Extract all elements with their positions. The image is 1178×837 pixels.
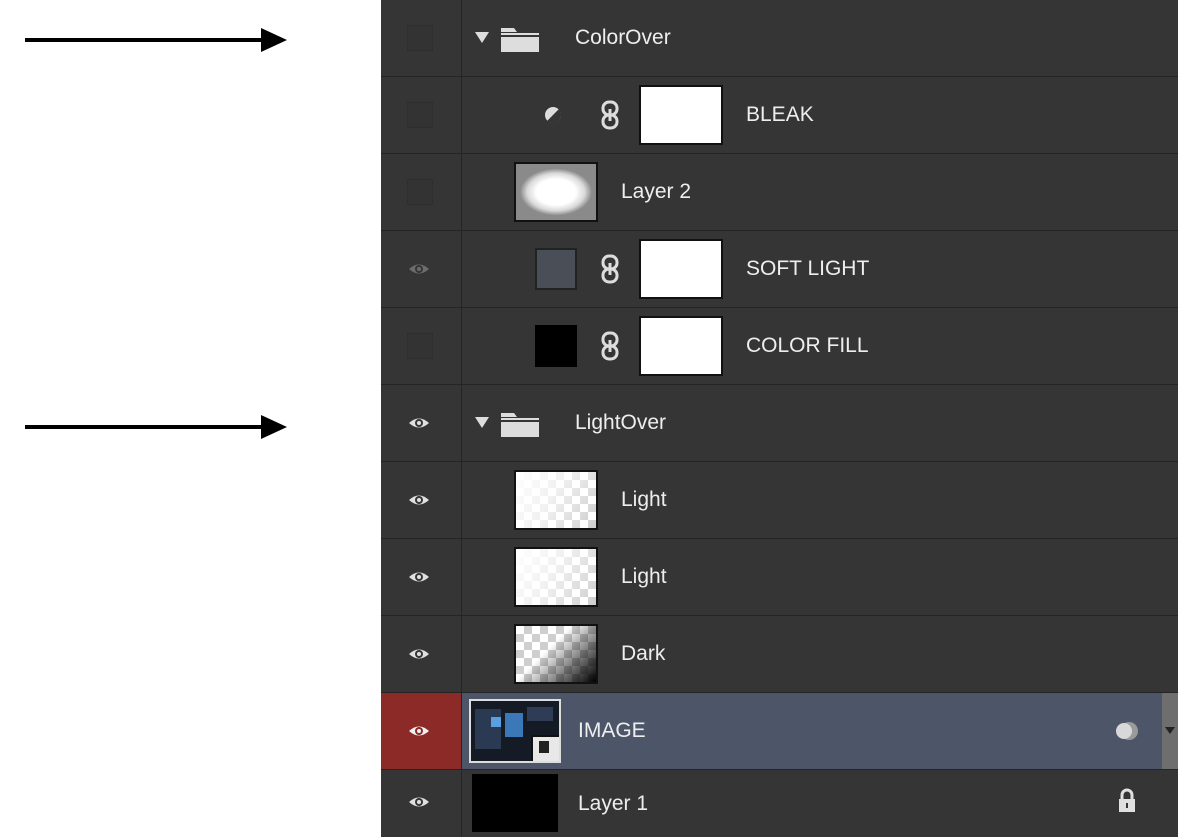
black-swatch[interactable] [535,325,577,367]
scroll-down-arrow-icon[interactable] [1165,727,1175,734]
visibility-toggle[interactable] [381,385,462,461]
layer-name: Dark [621,642,666,665]
layer-row-layer-2[interactable]: Layer 2 [381,154,1178,231]
layer-name: IMAGE [578,719,646,742]
layers-panel: ColorOver BLEAK Layer 2 SOFT LIGHT COLOR… [381,0,1178,837]
eye-icon[interactable] [407,488,431,512]
layer-mask-thumbnail[interactable] [639,85,723,145]
eye-icon[interactable] [407,411,431,435]
visibility-off-box[interactable] [407,179,433,205]
layer-name: Light [621,565,667,588]
layer-row-coloroever[interactable]: ColorOver [381,0,1178,77]
eye-icon[interactable] [407,257,431,281]
layer-row-light[interactable]: Light [381,539,1178,616]
smart-filter-icon[interactable] [1114,720,1140,742]
annotation-arrow-coloroever [25,28,287,52]
dark-gradient-thumbnail[interactable] [514,624,598,684]
layer-name: SOFT LIGHT [746,257,870,280]
visibility-toggle[interactable] [381,539,462,615]
layer-mask-thumbnail[interactable] [639,239,723,299]
layer-name: BLEAK [746,103,814,126]
visibility-toggle[interactable] [381,154,462,230]
visibility-toggle[interactable] [381,231,462,307]
expand-triangle-icon[interactable] [475,32,489,43]
expand-triangle-icon[interactable] [475,417,489,428]
smart-object-thumbnail[interactable] [469,699,561,763]
layer-name: COLOR FILL [746,334,869,357]
folder-icon [501,413,539,437]
folder-icon [501,28,539,52]
light-gradient-thumbnail[interactable] [514,470,598,530]
layer-name: LightOver [575,411,667,434]
visibility-toggle[interactable] [381,616,462,692]
visibility-toggle[interactable] [381,308,462,384]
link-chain-icon[interactable] [599,100,621,130]
eye-icon[interactable] [407,642,431,666]
visibility-toggle[interactable] [381,770,462,837]
layer-row-light[interactable]: Light [381,462,1178,539]
light-gradient-thumbnail[interactable] [514,547,598,607]
layer-row-dark[interactable]: Dark [381,616,1178,693]
link-chain-icon[interactable] [599,254,621,284]
layer-row-bleak[interactable]: BLEAK [381,77,1178,154]
visibility-off-box[interactable] [407,333,433,359]
adjustment-circle-icon [545,107,562,124]
layer-row-image[interactable]: IMAGE [381,693,1178,770]
visibility-off-box[interactable] [407,25,433,51]
black-thumbnail[interactable] [472,774,558,832]
eye-icon[interactable] [407,719,431,743]
white-glow-thumbnail[interactable] [514,162,598,222]
layer-mask-thumbnail[interactable] [639,316,723,376]
layer-row-color-fill[interactable]: COLOR FILL [381,308,1178,385]
eye-icon[interactable] [407,790,431,814]
layer-row-soft-light[interactable]: SOFT LIGHT [381,231,1178,308]
link-chain-icon[interactable] [599,331,621,361]
gray-swatch[interactable] [535,248,577,290]
visibility-off-box[interactable] [407,102,433,128]
scrollbar[interactable] [1162,693,1178,769]
layer-name: ColorOver [575,26,671,49]
layer-name: Layer 2 [621,180,692,203]
lock-icon [1119,788,1135,812]
visibility-toggle[interactable] [381,77,462,153]
layer-row-layer-1[interactable]: Layer 1 [381,770,1178,837]
visibility-toggle[interactable] [381,462,462,538]
visibility-toggle[interactable] [381,0,462,76]
eye-icon[interactable] [407,565,431,589]
layer-name: Layer 1 [578,792,649,815]
layer-row-lightover[interactable]: LightOver [381,385,1178,462]
annotation-arrow-lightover [25,415,287,439]
visibility-toggle[interactable] [381,693,462,769]
layer-name: Light [621,488,667,511]
